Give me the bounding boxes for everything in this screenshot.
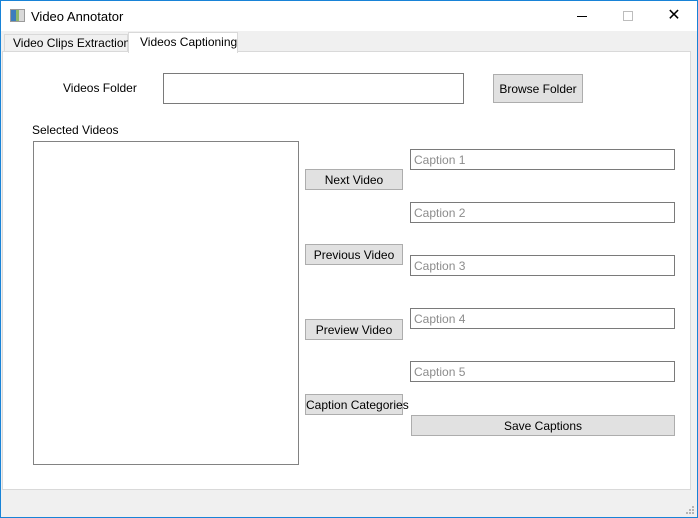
caption-2-input[interactable] [410,202,675,223]
previous-video-button[interactable]: Previous Video [305,244,403,265]
minimize-button[interactable] [559,1,605,31]
videos-folder-input[interactable] [163,73,464,104]
title-bar[interactable]: Video Annotator ✕ [1,1,697,31]
save-captions-button[interactable]: Save Captions [411,415,675,436]
resize-grip-icon[interactable] [686,506,694,514]
browse-folder-button[interactable]: Browse Folder [493,74,583,103]
caption-4-input[interactable] [410,308,675,329]
grip-dot [692,512,694,514]
selected-videos-label: Selected Videos [32,123,119,137]
caption-categories-button[interactable]: Caption Categories [305,394,409,415]
grip-dot [692,506,694,508]
selected-videos-list[interactable] [33,141,299,465]
tab-videos-captioning[interactable]: Videos Captioning [128,32,238,53]
maximize-button[interactable] [605,1,651,31]
grip-dot [692,509,694,511]
videos-folder-label: Videos Folder [63,81,137,95]
close-button[interactable]: ✕ [651,1,697,31]
captioning-panel: Videos Folder Browse Folder Selected Vid… [2,51,691,490]
maximize-icon [623,11,633,21]
app-window: Video Annotator ✕ Video Clips Extraction… [0,0,698,518]
minimize-icon [577,15,587,17]
next-video-button[interactable]: Next Video [305,169,403,190]
caption-1-input[interactable] [410,149,675,170]
app-icon [10,9,25,22]
window-title: Video Annotator [31,9,124,24]
preview-video-button[interactable]: Preview Video [305,319,403,340]
grip-dot [689,512,691,514]
close-icon: ✕ [667,7,681,24]
caption-3-input[interactable] [410,255,675,276]
grip-dot [689,509,691,511]
caption-5-input[interactable] [410,361,675,382]
grip-dot [686,512,688,514]
